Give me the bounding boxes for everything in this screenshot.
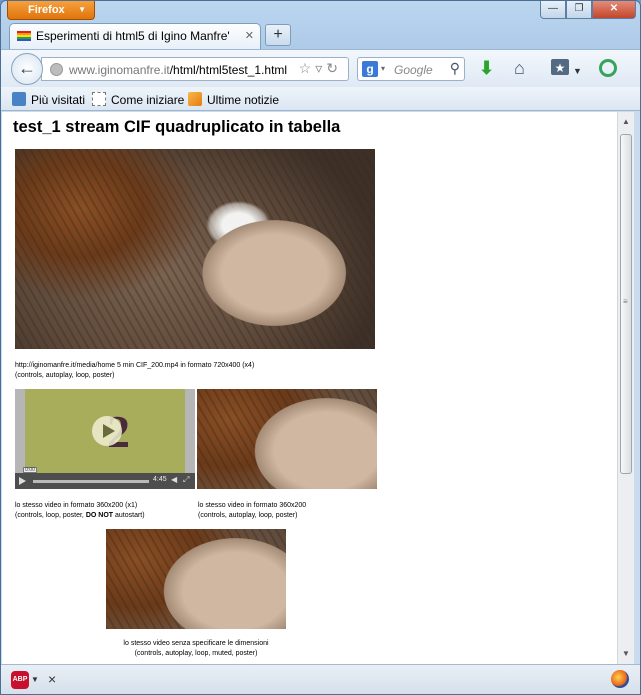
dropdown-icon[interactable]: ▿: [315, 60, 326, 76]
play-control-icon[interactable]: [19, 477, 26, 485]
scroll-down-arrow-icon[interactable]: ▼: [618, 646, 634, 662]
url-path: /html/html5test_1.html: [169, 63, 288, 77]
vertical-scrollbar[interactable]: ▲ ≡ ▼: [617, 112, 634, 664]
video2-caption-suffix: autostart): [113, 512, 145, 519]
scrollbar-thumb[interactable]: ≡: [620, 134, 632, 474]
url-bar[interactable]: www.iginomanfre.it/html/html5test_1.html…: [41, 57, 349, 81]
progress-slider[interactable]: [33, 480, 149, 483]
bookmarks-toolbar: Più visitati Come iniziare Ultime notizi…: [1, 87, 640, 111]
url-domain: www.iginomanfre.it: [69, 63, 170, 77]
most-visited-icon: [12, 92, 26, 106]
video-720x400[interactable]: [15, 149, 375, 349]
bookmarks-dropdown-icon[interactable]: ▼: [573, 62, 582, 80]
blank-page-icon: [92, 92, 106, 106]
bookmark-most-visited[interactable]: Più visitati: [12, 92, 85, 107]
search-input[interactable]: Google: [394, 63, 433, 77]
sync-icon[interactable]: [599, 59, 617, 77]
title-bar: Firefox ▼ — ❐ ✕: [1, 1, 640, 23]
bookmark-getting-started[interactable]: Come iniziare: [92, 92, 184, 107]
rainbow-flag-icon: [17, 31, 31, 41]
close-window-button[interactable]: ✕: [592, 1, 636, 19]
bookmark-star-icon[interactable]: ☆: [299, 60, 316, 76]
new-tab-button[interactable]: +: [265, 24, 291, 46]
video3-caption-line1: lo stesso video in formato 360x200: [198, 502, 307, 509]
browser-window: Firefox ▼ — ❐ ✕ Esperimenti di html5 di …: [0, 0, 641, 695]
video1-caption: http://iginomanfre.it/media/home 5 min C…: [15, 361, 254, 381]
bookmark-label: Ultime notizie: [207, 93, 280, 107]
video4-caption-line1: lo stesso video senza specificare le dim…: [123, 640, 269, 647]
play-icon: [103, 424, 115, 438]
back-arrow-icon: ←: [18, 58, 36, 78]
reload-icon[interactable]: ↻: [326, 60, 342, 76]
video4-caption: lo stesso video senza specificare le dim…: [96, 639, 296, 659]
firefox-menu-button[interactable]: Firefox ▼: [7, 1, 95, 20]
search-icon[interactable]: ⚲: [450, 60, 460, 77]
video4-caption-line2: (controls, autoplay, loop, muted, poster…: [134, 650, 258, 657]
bookmark-label: Come iniziare: [111, 93, 185, 107]
grip-icon: ≡: [623, 297, 628, 306]
back-button[interactable]: ←: [11, 53, 43, 85]
minimize-button[interactable]: —: [540, 1, 566, 19]
video2-caption: lo stesso video in formato 360x200 (x1) …: [15, 501, 145, 521]
video2-caption-line1: lo stesso video in formato 360x200 (x1): [15, 502, 138, 509]
tab-active[interactable]: Esperimenti di html5 di Igino Manfre' ✕: [9, 23, 261, 49]
video1-caption-line2: (controls, autoplay, loop, poster): [15, 372, 115, 379]
google-icon[interactable]: g: [362, 61, 378, 77]
adblock-dropdown-icon[interactable]: ▼: [31, 675, 39, 684]
firefox-menu-label: Firefox: [28, 4, 65, 16]
globe-icon: [50, 63, 63, 76]
fullscreen-icon[interactable]: ⤢: [183, 475, 189, 485]
video2-caption-prefix: (controls, loop, poster,: [15, 512, 86, 519]
firefox-logo-icon: [611, 670, 629, 688]
video3-caption: lo stesso video in formato 360x200 (cont…: [198, 501, 306, 521]
video-controls: 4:45 ◀ ⤢: [15, 473, 195, 489]
url-text[interactable]: www.iginomanfre.it/html/html5test_1.html: [69, 63, 287, 77]
window-controls: — ❐ ✕: [540, 1, 636, 19]
chevron-down-icon: ▼: [78, 5, 86, 14]
volume-icon[interactable]: ◀: [171, 475, 177, 484]
adblock-plus-icon[interactable]: ABP: [11, 671, 29, 689]
page-title: test_1 stream CIF quadruplicato in tabel…: [13, 118, 341, 136]
video2-caption-line2: (controls, loop, poster, DO NOT autostar…: [15, 511, 145, 521]
bookmark-latest-news[interactable]: Ultime notizie: [188, 92, 279, 107]
duration-label: 4:45: [153, 476, 167, 483]
url-actions: ☆▿↻: [299, 60, 342, 77]
close-addon-bar-icon[interactable]: ×: [48, 671, 56, 687]
video1-caption-line1: http://iginomanfre.it/media/home 5 min C…: [15, 362, 255, 369]
addon-bar: ABP ▼ ×: [1, 664, 640, 694]
page-content: test_1 stream CIF quadruplicato in tabel…: [2, 112, 617, 664]
video-no-dimensions[interactable]: [106, 529, 286, 629]
maximize-button[interactable]: ❐: [566, 1, 592, 19]
search-bar[interactable]: g ▾ Google ⚲: [357, 57, 465, 81]
tab-close-icon[interactable]: ✕: [245, 29, 254, 42]
download-icon[interactable]: ⬇: [479, 59, 494, 77]
home-icon[interactable]: ⌂: [514, 59, 525, 77]
search-engine-dropdown-icon[interactable]: ▾: [381, 64, 385, 73]
rss-feed-icon: [188, 92, 202, 106]
video-360x200-autoplay[interactable]: [197, 389, 377, 489]
navigation-toolbar: www.iginomanfre.it/html/html5test_1.html…: [1, 49, 640, 87]
tab-title: Esperimenti di html5 di Igino Manfre': [36, 29, 230, 43]
video3-caption-line2: (controls, autoplay, loop, poster): [198, 512, 298, 519]
video2-caption-bold: DO NOT: [85, 512, 114, 519]
video-360x200-paused[interactable]: 2 0:00 4:45 ◀ ⤢: [15, 389, 195, 489]
tab-strip: Esperimenti di html5 di Igino Manfre' ✕ …: [1, 23, 640, 49]
scroll-up-arrow-icon[interactable]: ▲: [618, 114, 634, 130]
bookmark-label: Più visitati: [31, 93, 86, 107]
bookmarks-menu-icon[interactable]: ★: [551, 59, 569, 75]
